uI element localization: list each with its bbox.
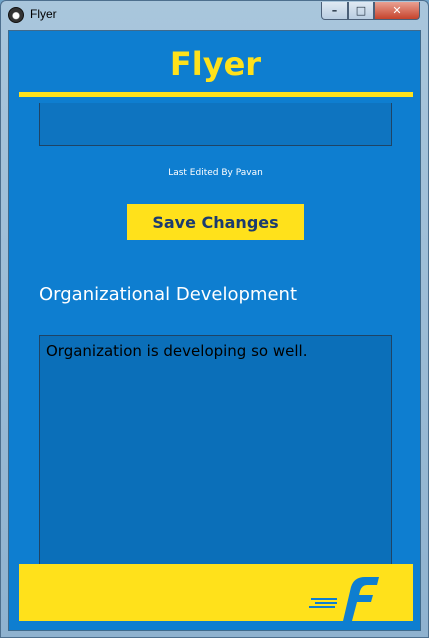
maximize-button[interactable]: □ <box>348 2 374 20</box>
window-title: Flyer <box>30 7 57 21</box>
close-icon: ✕ <box>392 4 402 17</box>
content-text-area[interactable]: Organization is developing so well. <box>39 335 392 567</box>
close-button[interactable]: ✕ <box>374 2 420 20</box>
save-changes-button[interactable]: Save Changes <box>127 204 304 240</box>
footer-bar <box>19 564 413 621</box>
main-panel: Flyer Last Edited By Pavan Save Changes … <box>8 30 421 631</box>
bottom-strip <box>9 621 420 630</box>
app-icon <box>8 7 24 23</box>
flipkart-logo-icon <box>309 577 379 621</box>
minimize-button[interactable]: – <box>321 2 348 20</box>
app-window: Flyer – □ ✕ Flyer Last Edited By Pavan S… <box>0 0 429 638</box>
maximize-icon: □ <box>355 4 367 17</box>
minimize-icon: – <box>331 4 338 17</box>
brand-title: Flyer <box>169 45 262 83</box>
section-heading: Organizational Development <box>39 284 298 305</box>
title-bar[interactable]: Flyer – □ ✕ <box>1 1 428 29</box>
previous-text-area[interactable] <box>39 103 392 146</box>
title-divider <box>19 92 413 97</box>
last-edited-label: Last Edited By Pavan <box>168 168 263 178</box>
